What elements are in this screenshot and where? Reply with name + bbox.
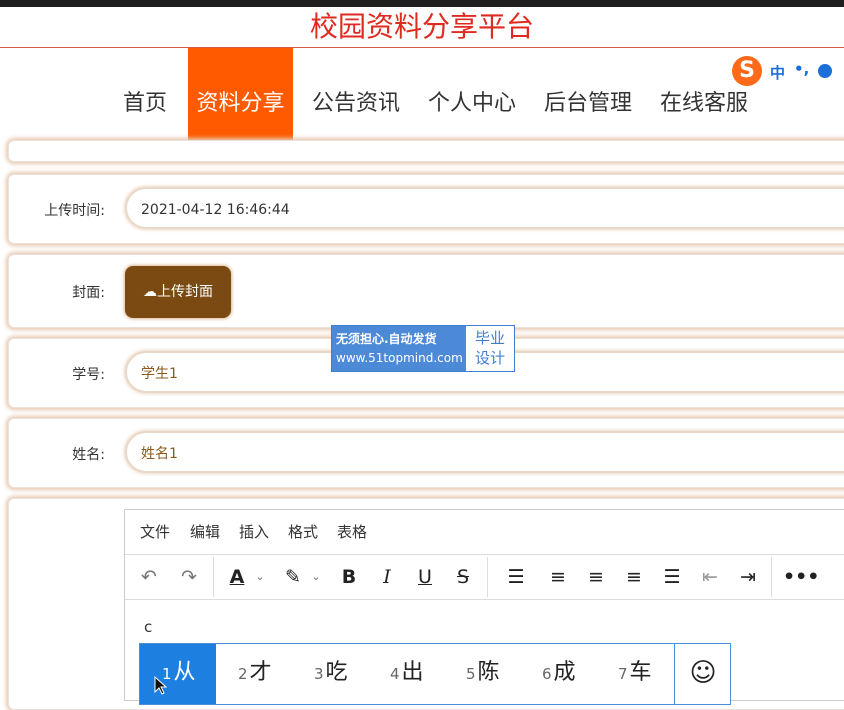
ime-candidate-window: 1从 2才 3吃 4出 5陈 6成 7车 ☺: [139, 643, 731, 705]
more-icon[interactable]: •••: [783, 555, 819, 599]
watermark-line1: 无须担心.自动发货: [336, 332, 437, 346]
watermark-right2: 设计: [474, 349, 505, 367]
ime-candidate-6[interactable]: 6成: [542, 644, 602, 704]
editor-text: c: [144, 618, 153, 636]
ime-status-bar[interactable]: S 中 •, ⋮: [730, 54, 844, 88]
undo-icon[interactable]: ↶: [135, 555, 163, 599]
ime-candidate-4[interactable]: 4出: [390, 644, 450, 704]
cover-label: 封面:: [72, 285, 105, 301]
cloud-upload-icon: ☁: [143, 284, 157, 300]
window-top-bar: [0, 0, 844, 7]
menu-file[interactable]: 文件: [140, 510, 170, 554]
ime-emoji-icon[interactable]: [818, 64, 832, 78]
watermark-right1: 毕业: [474, 329, 505, 347]
upload-time-label: 上传时间:: [44, 203, 105, 219]
indent-icon[interactable]: ⇥: [735, 555, 761, 599]
underline-icon[interactable]: U: [413, 555, 437, 599]
menu-insert[interactable]: 插入: [239, 510, 269, 554]
form-row-name: 姓名: 姓名1: [8, 418, 844, 488]
align-left-icon[interactable]: ≡: [545, 555, 571, 599]
form-row-partial: [8, 140, 844, 162]
outdent-icon[interactable]: ⇤: [697, 555, 723, 599]
student-id-label: 学号:: [72, 367, 105, 383]
redo-icon[interactable]: ↷: [175, 555, 203, 599]
menu-table[interactable]: 表格: [337, 510, 367, 554]
ime-candidate-3[interactable]: 3吃: [314, 644, 374, 704]
menu-format[interactable]: 格式: [288, 510, 318, 554]
watermark-line2: www.51topmind.com: [336, 351, 463, 365]
name-label: 姓名:: [72, 447, 105, 463]
form-row-cover: 封面: ☁上传封面: [8, 254, 844, 328]
align-right-icon[interactable]: ≡: [621, 555, 647, 599]
site-title: 校园资料分享平台: [309, 10, 534, 43]
upload-time-field[interactable]: 2021-04-12 16:46:44: [125, 187, 844, 229]
ime-punct-label[interactable]: •,: [794, 60, 809, 78]
ime-more-icon[interactable]: ⋮: [838, 62, 844, 78]
sogou-logo-icon: S: [732, 56, 762, 86]
highlight-dropdown-icon[interactable]: ⌄: [309, 555, 323, 599]
form-row-upload-time: 上传时间: 2021-04-12 16:46:44: [8, 174, 844, 244]
italic-icon[interactable]: I: [375, 555, 399, 599]
ime-emoji-button-icon[interactable]: ☺: [674, 644, 731, 704]
line-height-icon[interactable]: ☰: [503, 555, 529, 599]
editor-toolbar: ↶ ↷ A ⌄ ✎ ⌄ B I U S ☰ ≡ ≡ ≡ ☰ ⇤ ⇥ •••: [125, 555, 844, 600]
ime-candidate-1[interactable]: 1从: [140, 644, 216, 704]
editor-menubar: 文件 编辑 插入 格式 表格: [125, 510, 844, 555]
strikethrough-icon[interactable]: S: [451, 555, 475, 599]
mouse-pointer-icon: [154, 676, 168, 695]
upload-cover-button[interactable]: ☁上传封面: [125, 266, 231, 318]
ime-candidate-5[interactable]: 5陈: [466, 644, 526, 704]
text-color-icon[interactable]: A: [225, 555, 249, 599]
highlight-color-icon[interactable]: ✎: [281, 555, 305, 599]
bold-icon[interactable]: B: [337, 555, 361, 599]
menu-edit[interactable]: 编辑: [190, 510, 220, 554]
align-center-icon[interactable]: ≡: [583, 555, 609, 599]
align-justify-icon[interactable]: ☰: [659, 555, 685, 599]
ime-candidate-2[interactable]: 2才: [238, 644, 298, 704]
ime-candidate-7[interactable]: 7车: [618, 644, 668, 704]
text-color-dropdown-icon[interactable]: ⌄: [253, 555, 267, 599]
ime-mode-label[interactable]: 中: [770, 62, 785, 83]
name-field[interactable]: 姓名1: [125, 431, 844, 473]
watermark: 无须担心.自动发货 www.51topmind.com 毕业 设计: [331, 325, 515, 372]
